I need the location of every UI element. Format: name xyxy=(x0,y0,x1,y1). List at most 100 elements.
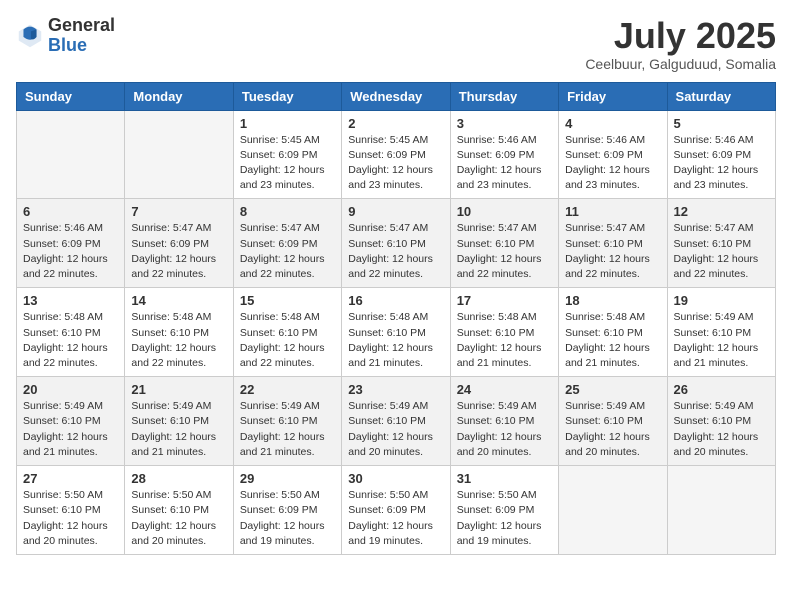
weekday-header-wednesday: Wednesday xyxy=(342,82,450,110)
calendar-cell: 1 Sunrise: 5:45 AM Sunset: 6:09 PM Daylig… xyxy=(233,110,341,199)
calendar-cell: 26 Sunrise: 5:49 AM Sunset: 6:10 PM Dayli… xyxy=(667,377,775,466)
day-number: 8 xyxy=(240,204,335,219)
calendar-cell: 23 Sunrise: 5:49 AM Sunset: 6:10 PM Dayli… xyxy=(342,377,450,466)
day-info: Sunrise: 5:49 AM Sunset: 6:10 PM Dayligh… xyxy=(674,399,769,460)
day-info: Sunrise: 5:49 AM Sunset: 6:10 PM Dayligh… xyxy=(348,399,443,460)
day-number: 17 xyxy=(457,293,552,308)
weekday-header-thursday: Thursday xyxy=(450,82,558,110)
calendar-table: SundayMondayTuesdayWednesdayThursdayFrid… xyxy=(16,82,776,555)
calendar-week-4: 20 Sunrise: 5:49 AM Sunset: 6:10 PM Dayli… xyxy=(17,377,776,466)
day-number: 20 xyxy=(23,382,118,397)
calendar-week-3: 13 Sunrise: 5:48 AM Sunset: 6:10 PM Dayli… xyxy=(17,288,776,377)
day-info: Sunrise: 5:48 AM Sunset: 6:10 PM Dayligh… xyxy=(348,310,443,371)
day-number: 16 xyxy=(348,293,443,308)
day-number: 18 xyxy=(565,293,660,308)
calendar-cell: 29 Sunrise: 5:50 AM Sunset: 6:09 PM Dayli… xyxy=(233,466,341,555)
day-info: Sunrise: 5:48 AM Sunset: 6:10 PM Dayligh… xyxy=(23,310,118,371)
weekday-header-sunday: Sunday xyxy=(17,82,125,110)
day-info: Sunrise: 5:49 AM Sunset: 6:10 PM Dayligh… xyxy=(23,399,118,460)
calendar-cell: 17Sunrise: 5:48 AM Sunset: 6:10 PM Dayli… xyxy=(450,288,558,377)
calendar-week-2: 6 Sunrise: 5:46 AM Sunset: 6:09 PM Daylig… xyxy=(17,199,776,288)
day-number: 31 xyxy=(457,471,552,486)
day-number: 26 xyxy=(674,382,769,397)
calendar-cell xyxy=(17,110,125,199)
day-number: 13 xyxy=(23,293,118,308)
weekday-header-friday: Friday xyxy=(559,82,667,110)
day-info: Sunrise: 5:47 AM Sunset: 6:09 PM Dayligh… xyxy=(240,221,335,282)
calendar-cell: 13 Sunrise: 5:48 AM Sunset: 6:10 PM Dayli… xyxy=(17,288,125,377)
day-info: Sunrise: 5:49 AM Sunset: 6:10 PM Dayligh… xyxy=(565,399,660,460)
calendar-cell: 22Sunrise: 5:49 AM Sunset: 6:10 PM Dayli… xyxy=(233,377,341,466)
calendar-cell xyxy=(559,466,667,555)
day-number: 29 xyxy=(240,471,335,486)
calendar-cell: 8 Sunrise: 5:47 AM Sunset: 6:09 PM Daylig… xyxy=(233,199,341,288)
calendar-cell: 19Sunrise: 5:49 AM Sunset: 6:10 PM Dayli… xyxy=(667,288,775,377)
day-info: Sunrise: 5:47 AM Sunset: 6:09 PM Dayligh… xyxy=(131,221,226,282)
calendar-cell: 15 Sunrise: 5:48 AM Sunset: 6:10 PM Dayli… xyxy=(233,288,341,377)
day-number: 23 xyxy=(348,382,443,397)
day-number: 5 xyxy=(674,116,769,131)
calendar-cell: 7Sunrise: 5:47 AM Sunset: 6:09 PM Daylig… xyxy=(125,199,233,288)
weekday-header-saturday: Saturday xyxy=(667,82,775,110)
day-number: 30 xyxy=(348,471,443,486)
day-info: Sunrise: 5:47 AM Sunset: 6:10 PM Dayligh… xyxy=(348,221,443,282)
weekday-header-tuesday: Tuesday xyxy=(233,82,341,110)
day-info: Sunrise: 5:45 AM Sunset: 6:09 PM Dayligh… xyxy=(348,133,443,194)
calendar-cell: 21 Sunrise: 5:49 AM Sunset: 6:10 PM Dayli… xyxy=(125,377,233,466)
calendar-cell xyxy=(667,466,775,555)
day-number: 6 xyxy=(23,204,118,219)
logo: General Blue xyxy=(16,16,115,56)
calendar-cell: 2 Sunrise: 5:45 AM Sunset: 6:09 PM Daylig… xyxy=(342,110,450,199)
calendar-cell: 5Sunrise: 5:46 AM Sunset: 6:09 PM Daylig… xyxy=(667,110,775,199)
page-header: General Blue July 2025 Ceelbuur, Galgudu… xyxy=(16,16,776,72)
day-info: Sunrise: 5:50 AM Sunset: 6:09 PM Dayligh… xyxy=(457,488,552,549)
logo-text: General Blue xyxy=(48,16,115,56)
day-info: Sunrise: 5:50 AM Sunset: 6:10 PM Dayligh… xyxy=(23,488,118,549)
calendar-cell: 4 Sunrise: 5:46 AM Sunset: 6:09 PM Daylig… xyxy=(559,110,667,199)
calendar-week-1: 1 Sunrise: 5:45 AM Sunset: 6:09 PM Daylig… xyxy=(17,110,776,199)
calendar-cell: 27 Sunrise: 5:50 AM Sunset: 6:10 PM Dayli… xyxy=(17,466,125,555)
calendar-week-5: 27 Sunrise: 5:50 AM Sunset: 6:10 PM Dayli… xyxy=(17,466,776,555)
day-number: 9 xyxy=(348,204,443,219)
day-number: 28 xyxy=(131,471,226,486)
day-info: Sunrise: 5:50 AM Sunset: 6:09 PM Dayligh… xyxy=(348,488,443,549)
calendar-cell: 30 Sunrise: 5:50 AM Sunset: 6:09 PM Dayli… xyxy=(342,466,450,555)
day-info: Sunrise: 5:47 AM Sunset: 6:10 PM Dayligh… xyxy=(565,221,660,282)
day-info: Sunrise: 5:48 AM Sunset: 6:10 PM Dayligh… xyxy=(240,310,335,371)
day-info: Sunrise: 5:46 AM Sunset: 6:09 PM Dayligh… xyxy=(23,221,118,282)
day-number: 1 xyxy=(240,116,335,131)
calendar-cell: 16 Sunrise: 5:48 AM Sunset: 6:10 PM Dayli… xyxy=(342,288,450,377)
day-info: Sunrise: 5:49 AM Sunset: 6:10 PM Dayligh… xyxy=(131,399,226,460)
day-number: 27 xyxy=(23,471,118,486)
calendar-cell: 20 Sunrise: 5:49 AM Sunset: 6:10 PM Dayli… xyxy=(17,377,125,466)
calendar-cell xyxy=(125,110,233,199)
day-number: 2 xyxy=(348,116,443,131)
day-info: Sunrise: 5:47 AM Sunset: 6:10 PM Dayligh… xyxy=(674,221,769,282)
calendar-header-row: SundayMondayTuesdayWednesdayThursdayFrid… xyxy=(17,82,776,110)
day-info: Sunrise: 5:47 AM Sunset: 6:10 PM Dayligh… xyxy=(457,221,552,282)
calendar-cell: 12Sunrise: 5:47 AM Sunset: 6:10 PM Dayli… xyxy=(667,199,775,288)
day-info: Sunrise: 5:49 AM Sunset: 6:10 PM Dayligh… xyxy=(240,399,335,460)
day-info: Sunrise: 5:49 AM Sunset: 6:10 PM Dayligh… xyxy=(457,399,552,460)
calendar-cell: 9 Sunrise: 5:47 AM Sunset: 6:10 PM Daylig… xyxy=(342,199,450,288)
day-info: Sunrise: 5:48 AM Sunset: 6:10 PM Dayligh… xyxy=(131,310,226,371)
day-number: 4 xyxy=(565,116,660,131)
day-number: 25 xyxy=(565,382,660,397)
day-number: 21 xyxy=(131,382,226,397)
calendar-cell: 14Sunrise: 5:48 AM Sunset: 6:10 PM Dayli… xyxy=(125,288,233,377)
day-info: Sunrise: 5:50 AM Sunset: 6:10 PM Dayligh… xyxy=(131,488,226,549)
calendar-cell: 11 Sunrise: 5:47 AM Sunset: 6:10 PM Dayli… xyxy=(559,199,667,288)
calendar-cell: 24Sunrise: 5:49 AM Sunset: 6:10 PM Dayli… xyxy=(450,377,558,466)
day-number: 3 xyxy=(457,116,552,131)
day-number: 15 xyxy=(240,293,335,308)
day-info: Sunrise: 5:45 AM Sunset: 6:09 PM Dayligh… xyxy=(240,133,335,194)
day-number: 11 xyxy=(565,204,660,219)
calendar-cell: 10 Sunrise: 5:47 AM Sunset: 6:10 PM Dayli… xyxy=(450,199,558,288)
weekday-header-monday: Monday xyxy=(125,82,233,110)
day-info: Sunrise: 5:46 AM Sunset: 6:09 PM Dayligh… xyxy=(565,133,660,194)
calendar-cell: 25 Sunrise: 5:49 AM Sunset: 6:10 PM Dayli… xyxy=(559,377,667,466)
day-info: Sunrise: 5:50 AM Sunset: 6:09 PM Dayligh… xyxy=(240,488,335,549)
day-number: 10 xyxy=(457,204,552,219)
calendar-cell: 18Sunrise: 5:48 AM Sunset: 6:10 PM Dayli… xyxy=(559,288,667,377)
calendar-cell: 3Sunrise: 5:46 AM Sunset: 6:09 PM Daylig… xyxy=(450,110,558,199)
